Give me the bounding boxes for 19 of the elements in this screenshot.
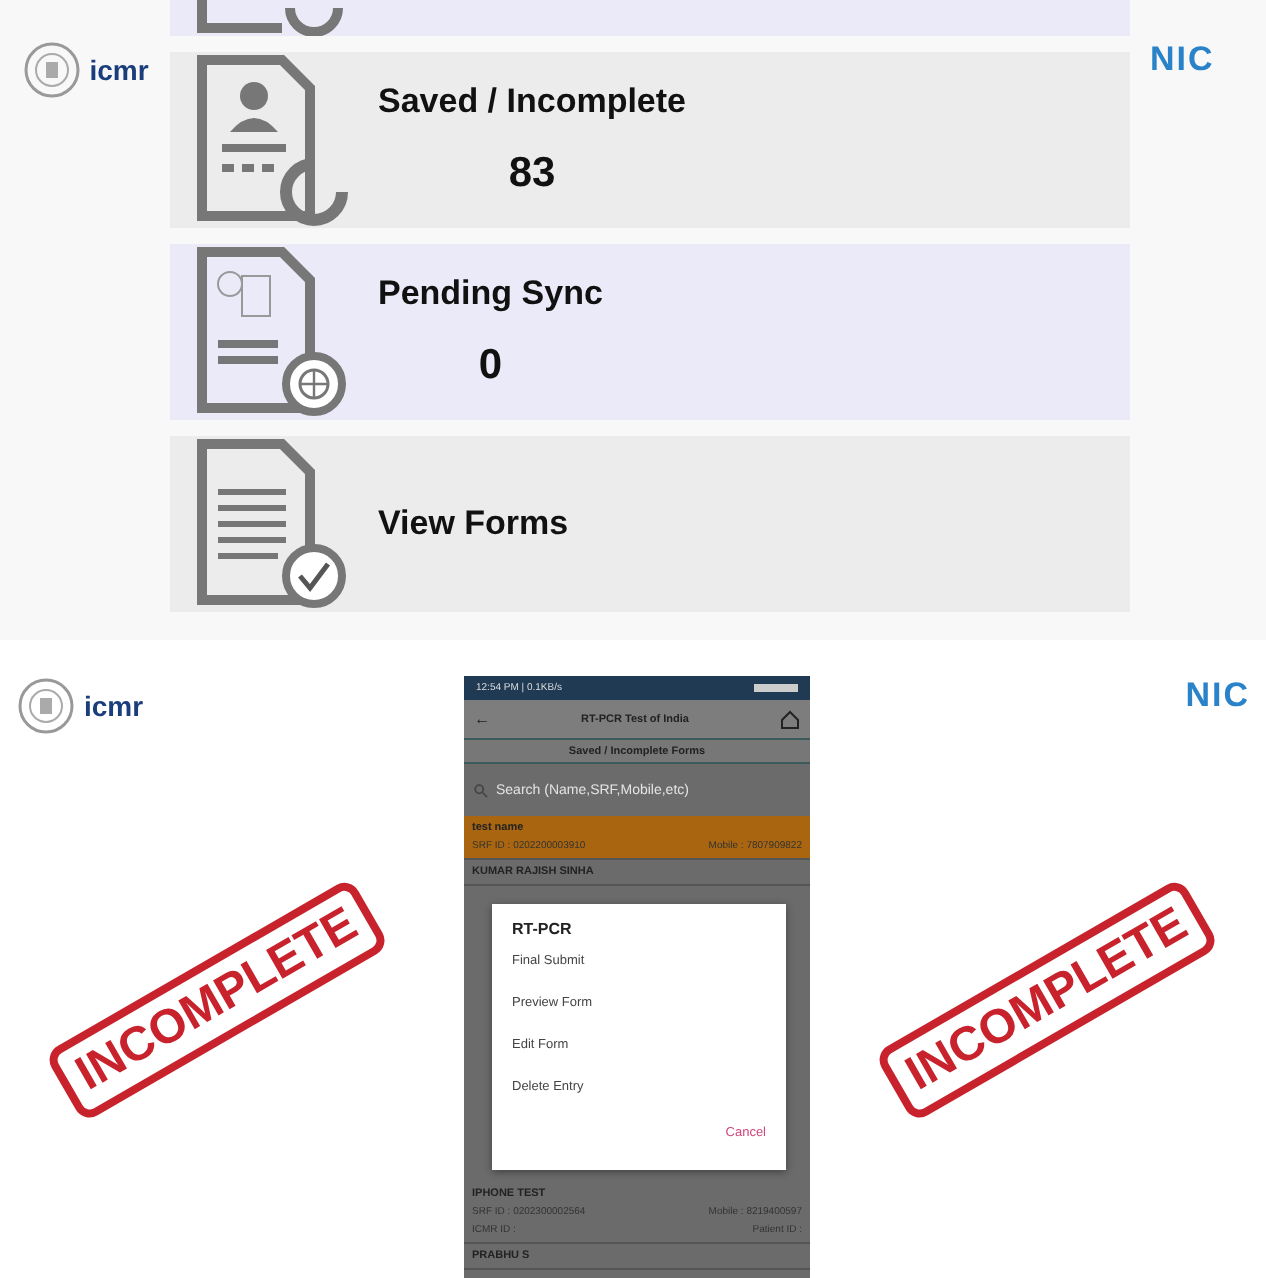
menu-card[interactable]: View Forms — [170, 436, 1130, 612]
card-count: 83 — [508, 150, 556, 198]
card-title: Saved / Incomplete — [378, 82, 686, 122]
menu-card[interactable]: Saved / Incomplete 83 — [170, 52, 1130, 228]
seal-icon — [16, 676, 76, 736]
home-icon[interactable] — [779, 709, 800, 729]
card-count: 0 — [478, 342, 503, 390]
logo-text: icmr — [89, 54, 149, 86]
logo-text: icmr — [84, 690, 144, 722]
logo-text: NIC — [1185, 676, 1250, 716]
dialog-title: RT-PCR — [512, 920, 574, 938]
card-title: Pending Sync — [378, 274, 603, 314]
seal-icon — [21, 40, 82, 100]
card-title: View Forms — [378, 504, 569, 544]
back-arrow[interactable]: ← — [474, 710, 490, 728]
logo-text: NIC — [1150, 40, 1215, 80]
menu-card[interactable] — [170, 0, 1130, 36]
menu-card[interactable]: Pending Sync 0 — [170, 244, 1130, 420]
search-icon — [474, 783, 488, 797]
